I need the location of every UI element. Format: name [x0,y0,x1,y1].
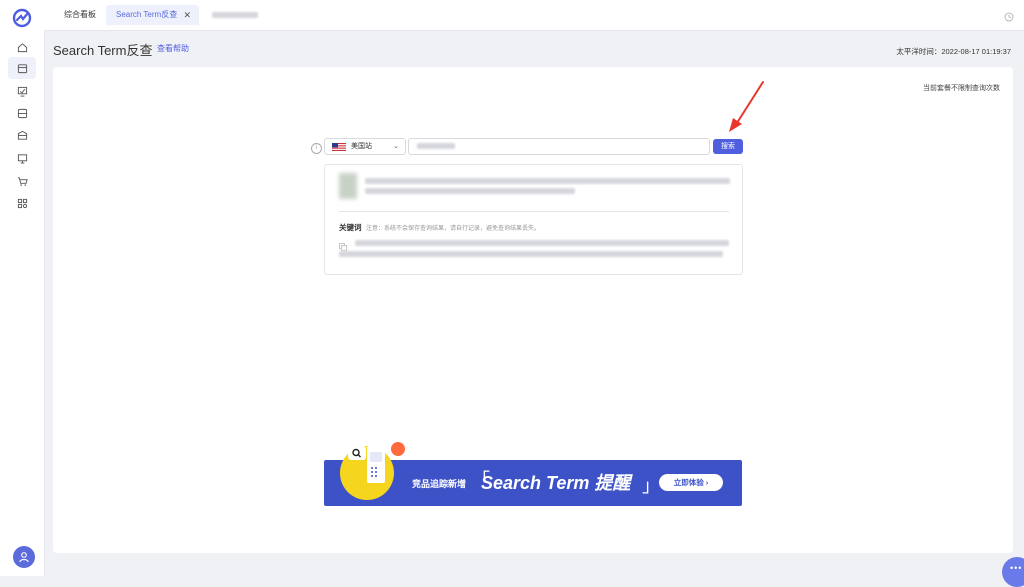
redacted-text [212,11,258,18]
tab-dashboard[interactable]: 综合看板 [64,5,96,25]
tab-bar: 综合看板 Search Term反查 ✕ [44,0,1024,31]
result-card: 关键词 注意：系统不会保存查询结果，请自行记录，避免查询结果丢失。 [324,164,743,275]
chart-check-icon[interactable] [12,81,32,101]
info-icon[interactable]: i [311,143,322,154]
us-flag-icon [332,143,346,151]
redacted-product-title [365,188,575,194]
banner-bracket: 」 [642,476,660,496]
monitor-icon[interactable] [12,148,32,168]
user-avatar[interactable] [13,546,35,568]
marketplace-label: 美国站 [351,143,372,150]
redacted-product-title [365,178,730,184]
try-now-button[interactable]: 立即体验 › [659,474,723,491]
quota-note: 当前套餐不限制查询次数 [923,85,1000,92]
user-icon [19,552,29,563]
banner-text: 竞品追踪新增 [412,479,467,489]
chevron-down-icon: ⌄ [393,143,399,150]
annotation-arrow-icon [729,81,764,132]
cart-icon[interactable] [12,171,32,191]
tab-label: Search Term反查 [116,10,178,19]
tab-search-term[interactable]: Search Term反查 ✕ [106,5,199,25]
sidebar [0,0,45,576]
redacted-keywords [355,240,729,246]
search-button[interactable]: 搜索 [713,139,743,154]
phone-illustration [367,446,385,483]
copy-icon[interactable] [339,238,347,251]
bell-icon [389,440,407,458]
search-input[interactable] [408,138,710,155]
search-icon [348,446,366,460]
banner-headline: Search Term 提醒 [481,473,631,493]
apps-grid-icon[interactable] [12,193,32,213]
timezone-clock: 太平洋时间：2022-08-17 01:19:37 [896,47,1011,56]
redacted-query [417,143,455,149]
product-thumbnail [339,173,357,199]
promo-banner[interactable]: 竞品追踪新增 「 Search Term 提醒 」 立即体验 › [324,440,742,506]
keyword-note: 注意：系统不会保存查询结果，请自行记录，避免查询结果丢失。 [366,226,541,232]
redacted-keywords [339,251,723,257]
package-icon[interactable] [12,125,32,145]
inbox-icon[interactable] [12,103,32,123]
tab-label: 综合看板 [64,10,96,19]
home-icon[interactable] [12,37,32,57]
divider [339,211,729,212]
clock-icon[interactable] [1004,9,1014,22]
main-panel: 当前套餐不限制查询次数 i 美国站 ⌄ 搜索 关键词 注意：系统不会保存查询结果… [53,67,1013,553]
banner-illustration [340,440,407,500]
page-title: Search Term反查 [53,43,153,58]
close-icon[interactable]: ✕ [183,5,191,25]
box-icon[interactable] [8,57,36,79]
more-icon: ••• [1010,563,1023,573]
brand-logo-icon[interactable] [12,8,32,28]
chat-button[interactable]: ••• [1002,557,1024,587]
marketplace-select[interactable]: 美国站 ⌄ [324,138,406,155]
tab-redacted[interactable] [212,5,258,25]
help-link[interactable]: 查看帮助 [157,43,189,54]
keyword-label: 关键词 [339,223,362,232]
